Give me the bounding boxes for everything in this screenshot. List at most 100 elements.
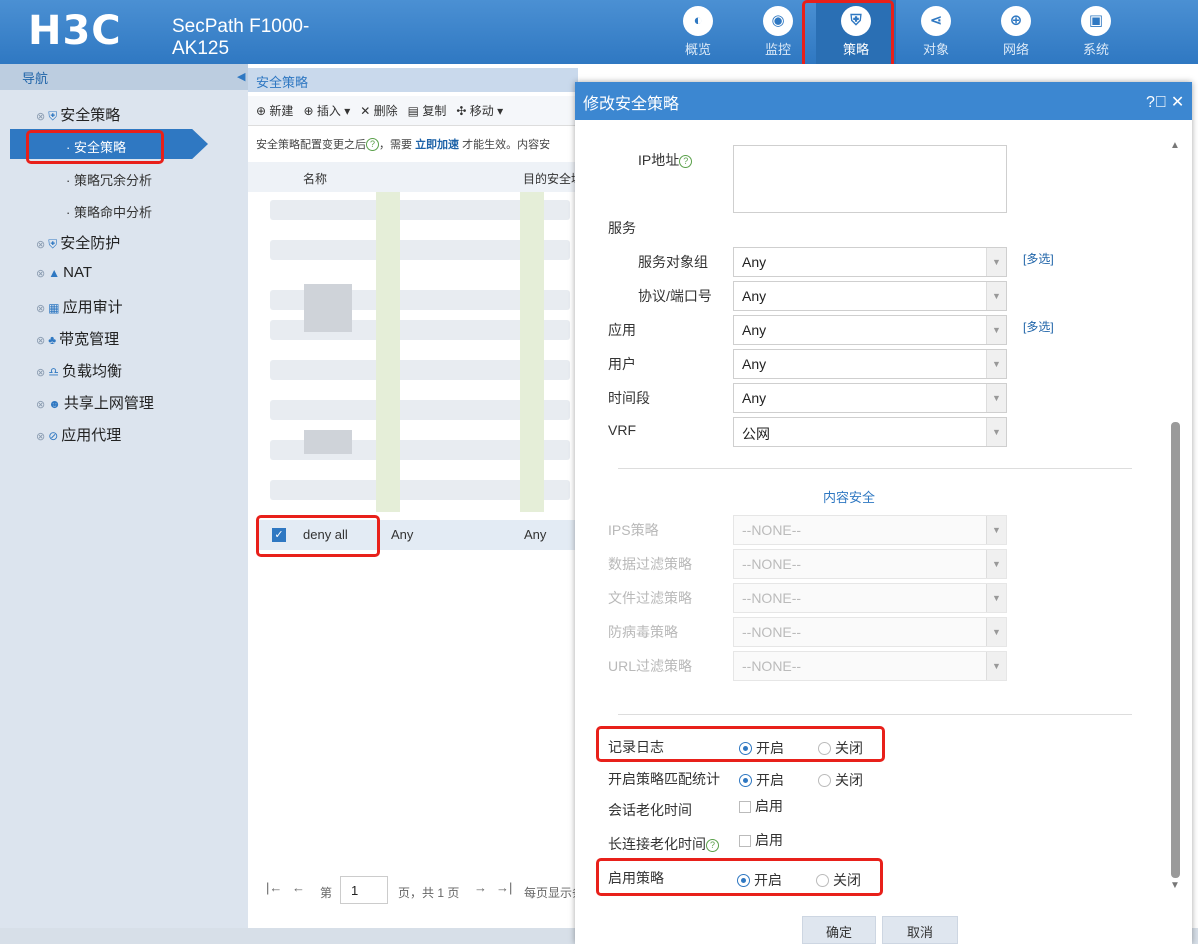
scroll-thumb[interactable] xyxy=(1171,422,1180,878)
move-icon: ✣ xyxy=(456,104,467,118)
sidebar-item-redundancy[interactable]: · 策略冗余分析 xyxy=(66,170,152,189)
nav-label: 系统 xyxy=(1082,42,1109,57)
nat-icon: ▲ xyxy=(48,266,61,280)
highlight-box xyxy=(256,515,380,557)
shield-icon: ⛨ xyxy=(48,109,58,123)
sidebar-item-protection[interactable]: ⊗ ⛨ 安全防护 xyxy=(36,232,120,253)
user-select[interactable]: Any ▼ xyxy=(733,349,1007,379)
first-page-button[interactable]: |← xyxy=(266,880,282,895)
dialog-scrollbar[interactable]: ▲ ▼ xyxy=(1170,140,1182,900)
expand-icon: ⊗ xyxy=(36,303,46,315)
per-page-label: 每页显示条 xyxy=(524,886,578,900)
sidebar xyxy=(0,64,248,930)
scroll-up-icon[interactable]: ▲ xyxy=(1170,140,1180,151)
service-label: 服务 xyxy=(608,220,636,236)
sidebar-item-label: 安全防护 xyxy=(60,235,121,252)
dialog-title: 修改安全策略 xyxy=(575,82,1192,120)
sidebar-item-security-policy[interactable]: ⊗ ⛨ 安全策略 xyxy=(36,104,120,125)
chevron-down-icon: ▼ xyxy=(986,384,1006,412)
select-value: Any xyxy=(742,356,767,372)
data-filter-select[interactable]: --NONE-- ▼ xyxy=(733,549,1007,579)
move-label: 移动 xyxy=(469,104,494,118)
radio-label: 开启 xyxy=(756,772,784,788)
collapse-icon[interactable]: ◀ xyxy=(237,70,245,83)
page-input[interactable]: 1 xyxy=(340,876,388,904)
last-page-button[interactable]: →| xyxy=(496,880,512,895)
monitor-icon: ◉ xyxy=(763,6,793,36)
copy-icon: ▤ xyxy=(407,104,420,118)
help-icon[interactable]: ? xyxy=(366,138,379,151)
url-filter-select[interactable]: --NONE-- ▼ xyxy=(733,651,1007,681)
prev-page-button[interactable]: ← xyxy=(292,880,305,895)
service-group-select[interactable]: Any ▼ xyxy=(733,247,1007,277)
select-value: 公网 xyxy=(742,426,770,442)
sidebar-item-label: 应用代理 xyxy=(61,427,122,444)
page-total: 页，共 1 页 xyxy=(398,886,460,900)
ips-select[interactable]: --NONE-- ▼ xyxy=(733,515,1007,545)
table-header: 名称 目的安全域 xyxy=(248,162,578,192)
nav-label: 对象 xyxy=(922,42,949,57)
service-group-label: 服务对象组 xyxy=(638,254,708,270)
insert-button[interactable]: ⊕ 插入 ▾ xyxy=(303,104,350,118)
vrf-label: VRF xyxy=(608,422,636,438)
copy-label: 复制 xyxy=(422,104,447,118)
nav-label: 监控 xyxy=(764,42,791,57)
delete-button[interactable]: ✕ 删除 xyxy=(360,104,397,118)
sidebar-item-load-balance[interactable]: ⊗ ♎ 负载均衡 xyxy=(36,360,122,381)
stat-off-radio[interactable]: 关闭 xyxy=(818,770,863,790)
multi-select-link[interactable]: [多选] xyxy=(1023,250,1054,267)
next-page-button[interactable]: → xyxy=(474,880,487,895)
sidebar-item-label: 策略冗余分析 xyxy=(73,173,152,188)
divider xyxy=(618,468,1132,469)
session-aging-checkbox[interactable]: 启用 xyxy=(739,796,783,816)
nav-objects[interactable]: ⋖ 对象 xyxy=(896,0,976,64)
expand-icon: ⊗ xyxy=(36,335,46,347)
sidebar-item-hit-analysis[interactable]: · 策略命中分析 xyxy=(66,202,152,221)
nav-overview[interactable]: ◐ 概览 xyxy=(658,0,738,64)
proto-select[interactable]: Any ▼ xyxy=(733,281,1007,311)
checkbox-unchecked xyxy=(739,835,751,847)
sidebar-item-app-proxy[interactable]: ⊗ ⊘ 应用代理 xyxy=(36,424,121,445)
sidebar-item-nat[interactable]: ⊗ ▲ NAT xyxy=(36,264,92,281)
select-value: --NONE-- xyxy=(742,590,802,606)
notice-text: 安全策略配置变更之后? ，需要 立即加速 才能生效。内容安 xyxy=(256,136,576,152)
select-value: --NONE-- xyxy=(742,556,802,572)
new-button[interactable]: ⊕ 新建 xyxy=(256,104,293,118)
match-stat-label: 开启策略匹配统计 xyxy=(608,771,720,787)
balance-icon: ♎ xyxy=(48,365,59,379)
antivirus-select[interactable]: --NONE-- ▼ xyxy=(733,617,1007,647)
multi-select-link[interactable]: [多选] xyxy=(1023,318,1054,335)
move-button[interactable]: ✣ 移动 ▾ xyxy=(456,104,503,118)
accelerate-link[interactable]: 立即加速 xyxy=(415,139,459,151)
help-icon[interactable]: ?⃝ xyxy=(1146,94,1167,111)
ip-label: IP地址? xyxy=(638,150,693,170)
highlight-box xyxy=(26,130,164,164)
nav-system[interactable]: ▣ 系统 xyxy=(1056,0,1136,64)
help-icon[interactable]: ? xyxy=(679,155,693,168)
stat-on-radio[interactable]: 开启 xyxy=(739,770,784,790)
long-conn-checkbox[interactable]: 启用 xyxy=(739,830,783,850)
sidebar-item-label: 带宽管理 xyxy=(59,331,120,348)
time-label: 时间段 xyxy=(608,390,650,406)
nav-label: 网络 xyxy=(1002,42,1029,57)
app-select[interactable]: Any ▼ xyxy=(733,315,1007,345)
sidebar-item-shared-access[interactable]: ⊗ ☻ 共享上网管理 xyxy=(36,392,154,413)
ok-button[interactable]: 确定 xyxy=(802,916,876,944)
file-filter-select[interactable]: --NONE-- ▼ xyxy=(733,583,1007,613)
time-select[interactable]: Any ▼ xyxy=(733,383,1007,413)
chevron-down-icon: ▼ xyxy=(986,248,1006,276)
nav-network[interactable]: ⊕ 网络 xyxy=(976,0,1056,64)
help-icon[interactable]: ? xyxy=(706,839,719,852)
close-icon[interactable]: ✕ xyxy=(1171,94,1184,111)
sidebar-item-bandwidth[interactable]: ⊗ ♣ 带宽管理 xyxy=(36,328,119,349)
sidebar-item-audit[interactable]: ⊗ ▦ 应用审计 xyxy=(36,296,123,317)
main-title: 安全策略 xyxy=(248,68,578,92)
sidebar-item-label: 负载均衡 xyxy=(61,363,122,380)
checkbox-label: 启用 xyxy=(755,798,783,814)
ip-textarea[interactable] xyxy=(733,145,1007,213)
expand-icon: ⊗ xyxy=(36,399,46,411)
cancel-button[interactable]: 取消 xyxy=(882,916,958,944)
scroll-down-icon[interactable]: ▼ xyxy=(1170,880,1180,891)
vrf-select[interactable]: 公网 ▼ xyxy=(733,417,1007,447)
copy-button[interactable]: ▤ 复制 xyxy=(408,104,447,118)
